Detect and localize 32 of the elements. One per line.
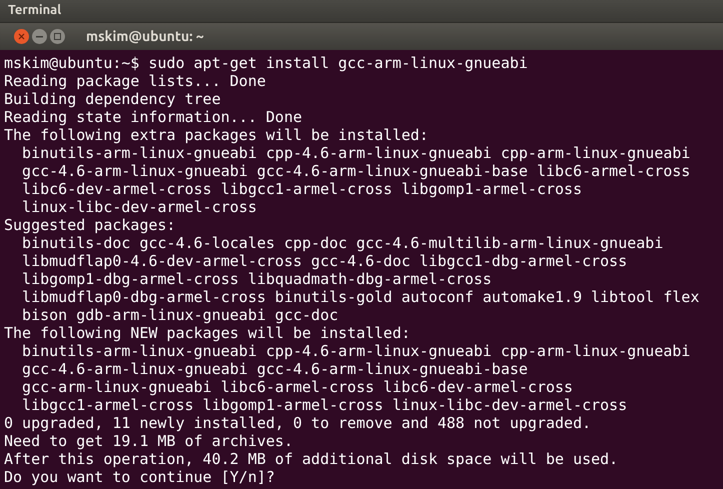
terminal-line: gcc-4.6-arm-linux-gnueabi gcc-4.6-arm-linux-gnueabi-base libc6-armel-cross [21,162,692,180]
terminal-line: bison gdb-arm-linux-gnueabi gcc-doc [21,306,340,324]
terminal-line: After this operation, 40.2 MB of additional disk space will be used. [4,450,620,468]
terminal-line: gcc-arm-linux-gnueabi libc6-armel-cross libc6-dev-armel-cross [21,378,574,396]
terminal-line: gcc-4.6-arm-linux-gnueabi gcc-4.6-arm-linux-gnueabi-base [21,360,529,378]
terminal-line: Need to get 19.1 MB of archives. [4,432,294,450]
close-icon [18,33,25,40]
maximize-button[interactable] [50,29,65,44]
terminal-line: libmudflap0-dbg-armel-cross binutils-gold autoconf automake1.9 libtool flex [21,288,700,306]
terminal-line: binutils-doc gcc-4.6-locales cpp-doc gcc-4.6-multilib-arm-linux-gnueabi [21,234,664,252]
terminal-line: The following NEW packages will be installed: [4,324,412,342]
terminal-line: Suggested packages: [4,216,177,234]
terminal-line: binutils-arm-linux-gnueabi cpp-4.6-arm-linux-gnueabi cpp-arm-linux-gnueabi [21,342,692,360]
terminal-line: libmudflap0-4.6-dev-armel-cross gcc-4.6-doc libgcc1-dbg-armel-cross [21,252,628,270]
terminal-line: Reading state information... Done [4,108,304,126]
terminal-line: linux-libc-dev-armel-cross [21,198,258,216]
panel-title: Terminal [8,2,62,20]
window-title: mskim@ubuntu: ~ [86,27,204,46]
terminal-line: binutils-arm-linux-gnueabi cpp-4.6-arm-linux-gnueabi cpp-arm-linux-gnueabi [21,144,692,162]
minimize-icon [36,36,43,38]
terminal-line: Building dependency tree [4,90,222,108]
terminal-line: Reading package lists... Done [4,72,267,90]
terminal-line: Do you want to continue [Y/n]? [4,468,276,486]
terminal-line: libc6-dev-armel-cross libgcc1-armel-cross libgomp1-armel-cross [21,180,583,198]
terminal-line: libgomp1-dbg-armel-cross libquadmath-dbg-armel-cross [21,270,493,288]
terminal-line: The following extra packages will be installed: [4,126,430,144]
maximize-icon [54,33,61,40]
terminal-line: mskim@ubuntu:~$ sudo apt-get install gcc-arm-linux-gnueabi [4,54,529,72]
terminal-line: libgcc1-armel-cross libgomp1-armel-cross linux-libc-dev-armel-cross [21,396,628,414]
minimize-button[interactable] [32,29,47,44]
close-button[interactable] [14,29,29,44]
terminal-line: 0 upgraded, 11 newly installed, 0 to remove and 488 not upgraded. [4,414,592,432]
